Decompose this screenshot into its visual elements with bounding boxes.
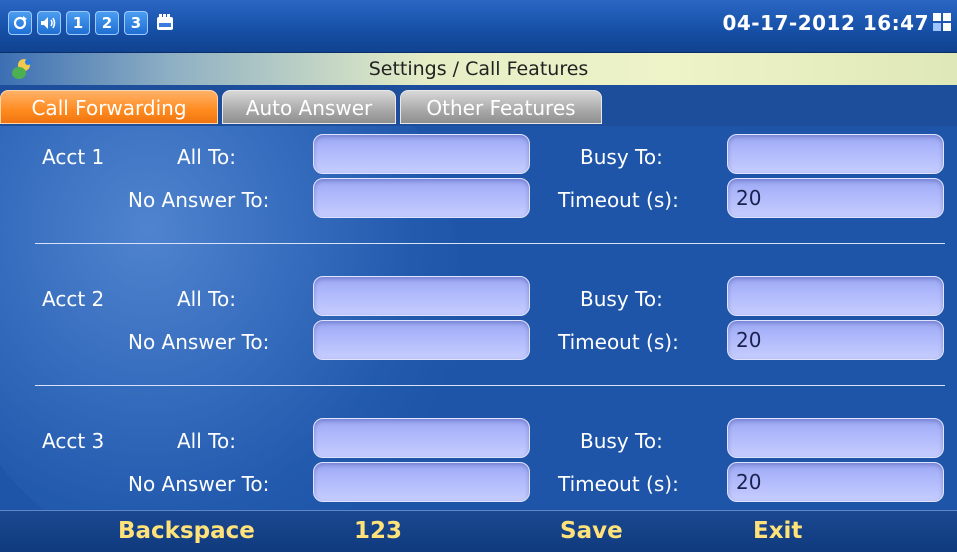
input-mode-button[interactable]: 123	[354, 518, 402, 544]
timeout-label: Timeout (s):	[558, 188, 679, 212]
account-3-section: Acct 3 All To: Busy To: No Answer To: Ti…	[0, 410, 957, 510]
no-answer-to-label: No Answer To:	[128, 188, 270, 212]
account-1-icon[interactable]: 1	[66, 11, 90, 35]
acct1-busy-to-input[interactable]	[727, 134, 944, 174]
status-icons: 1 2 3	[8, 11, 177, 35]
volume-icon[interactable]	[37, 11, 61, 35]
all-to-label: All To:	[177, 429, 236, 453]
busy-to-label: Busy To:	[580, 429, 663, 453]
acct2-no-answer-to-input[interactable]	[313, 320, 530, 360]
tab-call-forwarding[interactable]: Call Forwarding	[0, 90, 218, 124]
no-answer-to-label: No Answer To:	[128, 472, 270, 496]
acct2-timeout-input[interactable]: 20	[727, 320, 944, 360]
account-label: Acct 2	[42, 287, 105, 311]
call-forwarding-panel: Acct 1 All To: Busy To: No Answer To: Ti…	[0, 126, 957, 510]
busy-to-label: Busy To:	[580, 287, 663, 311]
tab-strip: Call Forwarding Auto Answer Other Featur…	[0, 86, 957, 126]
acct1-no-answer-to-input[interactable]	[313, 178, 530, 218]
account-label: Acct 3	[42, 429, 105, 453]
acct2-all-to-input[interactable]	[313, 276, 530, 316]
acct2-busy-to-input[interactable]	[727, 276, 944, 316]
timeout-label: Timeout (s):	[558, 472, 679, 496]
tab-auto-answer[interactable]: Auto Answer	[222, 90, 396, 124]
timeout-label: Timeout (s):	[558, 330, 679, 354]
account-label: Acct 1	[42, 145, 105, 169]
all-to-label: All To:	[177, 145, 236, 169]
no-answer-to-label: No Answer To:	[128, 330, 270, 354]
account-2-icon[interactable]: 2	[95, 11, 119, 35]
save-button[interactable]: Save	[560, 518, 623, 544]
backspace-button[interactable]: Backspace	[118, 518, 255, 544]
status-bar: 1 2 3 04-17-2012 16:47	[0, 0, 957, 53]
page-title: Settings / Call Features	[368, 58, 589, 80]
sync-icon[interactable]	[8, 11, 32, 35]
acct3-no-answer-to-input[interactable]	[313, 462, 530, 502]
busy-to-label: Busy To:	[580, 145, 663, 169]
acct3-busy-to-input[interactable]	[727, 418, 944, 458]
all-to-label: All To:	[177, 287, 236, 311]
account-1-section: Acct 1 All To: Busy To: No Answer To: Ti…	[0, 126, 957, 236]
title-bar: Settings / Call Features	[0, 53, 957, 85]
memory-card-icon[interactable]	[153, 11, 177, 35]
account-2-section: Acct 2 All To: Busy To: No Answer To: Ti…	[0, 268, 957, 378]
divider	[35, 385, 945, 386]
acct1-all-to-input[interactable]	[313, 134, 530, 174]
tab-other-features[interactable]: Other Features	[400, 90, 602, 124]
status-clock: 04-17-2012 16:47	[722, 11, 929, 35]
softkey-bar: Backspace 123 Save Exit	[0, 510, 957, 552]
exit-button[interactable]: Exit	[753, 518, 802, 544]
acct3-all-to-input[interactable]	[313, 418, 530, 458]
network-status-icon	[933, 13, 951, 33]
acct1-timeout-input[interactable]: 20	[727, 178, 944, 218]
account-3-icon[interactable]: 3	[124, 11, 148, 35]
divider	[35, 243, 945, 244]
acct3-timeout-input[interactable]: 20	[727, 462, 944, 502]
